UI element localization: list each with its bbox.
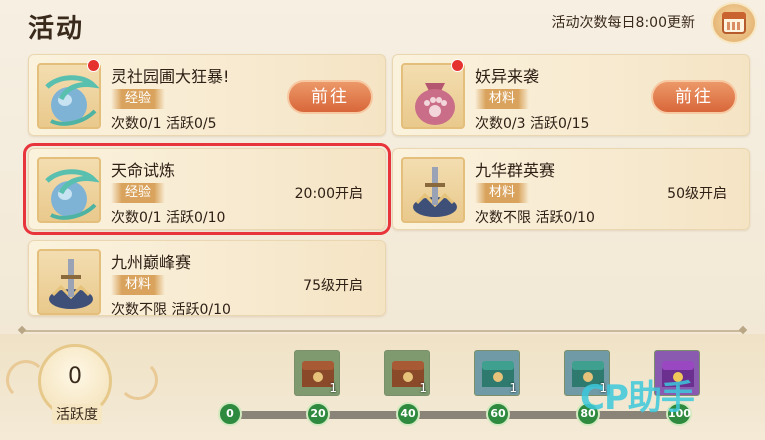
activity-points-value: 0 (68, 364, 82, 389)
sword-icon (401, 157, 465, 223)
reward-chest-20[interactable]: 1 (294, 350, 340, 396)
activity-title: 天命试炼 (111, 161, 176, 180)
activity-title: 九华群英赛 (475, 161, 556, 180)
exp-orb-icon (37, 63, 101, 129)
activity-card-monster[interactable]: 妖异来袭 材料 次数0/3 活跃0/15 前往 (392, 54, 750, 136)
milestone-node: 20 (306, 402, 330, 426)
watermark: CP助手 (580, 378, 695, 418)
activity-card-tournament[interactable]: 九华群英赛 材料 次数不限 活跃0/10 50级开启 (392, 148, 750, 230)
milestone-node: 0 (218, 402, 242, 426)
activity-stats: 次数不限 活跃0/10 (475, 210, 595, 226)
activity-stats: 次数0/3 活跃0/15 (475, 116, 590, 132)
exp-orb-icon (37, 157, 101, 223)
go-button[interactable]: 前往 (651, 80, 737, 114)
sword-icon (37, 249, 101, 315)
reward-chest-40[interactable]: 1 (384, 350, 430, 396)
paw-pouch-icon (401, 63, 465, 129)
cloud-ornament (118, 360, 158, 400)
activity-tag: 材料 (475, 183, 530, 203)
activity-stats: 次数不限 活跃0/10 (111, 302, 231, 318)
activity-card-peak[interactable]: 九州巅峰赛 材料 次数不限 活跃0/10 75级开启 (28, 240, 386, 318)
divider (22, 330, 743, 332)
calendar-icon (722, 12, 746, 34)
refresh-notice: 活动次数每日8:00更新 (551, 15, 695, 31)
reward-quantity: 1 (329, 381, 337, 395)
calendar-button[interactable] (711, 2, 757, 44)
activity-stats: 次数0/1 活跃0/10 (111, 210, 226, 226)
activity-tag: 经验 (111, 183, 166, 203)
activity-tag: 材料 (111, 275, 166, 295)
go-button[interactable]: 前往 (287, 80, 373, 114)
reward-quantity: 1 (419, 381, 427, 395)
open-level: 50级开启 (667, 186, 727, 202)
milestone-node: 40 (396, 402, 420, 426)
reward-chest-60[interactable]: 1 (474, 350, 520, 396)
activity-points-label: 活跃度 (52, 404, 102, 424)
activity-tag: 经验 (111, 89, 166, 109)
activity-card-garden[interactable]: 灵社园圃大狂暴! 经验 次数0/1 活跃0/5 前往 (28, 54, 386, 136)
red-dot-badge (451, 59, 464, 72)
open-level: 75级开启 (303, 278, 363, 294)
activity-stats: 次数0/1 活跃0/5 (111, 116, 217, 132)
red-dot-badge (87, 59, 100, 72)
activity-page: 活动 活动次数每日8:00更新 灵社园圃大狂暴! 经验 次数0/1 活跃0/5 … (0, 0, 765, 440)
activity-title: 九州巅峰赛 (111, 253, 192, 272)
page-title: 活动 (28, 14, 85, 44)
open-time: 20:00开启 (294, 186, 363, 202)
activity-tag: 材料 (475, 89, 530, 109)
activity-card-trial[interactable]: 天命试炼 经验 次数0/1 活跃0/10 20:00开启 (23, 143, 391, 235)
reward-quantity: 1 (509, 381, 517, 395)
activity-title: 灵社园圃大狂暴! (111, 67, 230, 86)
milestone-node: 60 (486, 402, 510, 426)
activity-title: 妖异来袭 (475, 67, 540, 86)
